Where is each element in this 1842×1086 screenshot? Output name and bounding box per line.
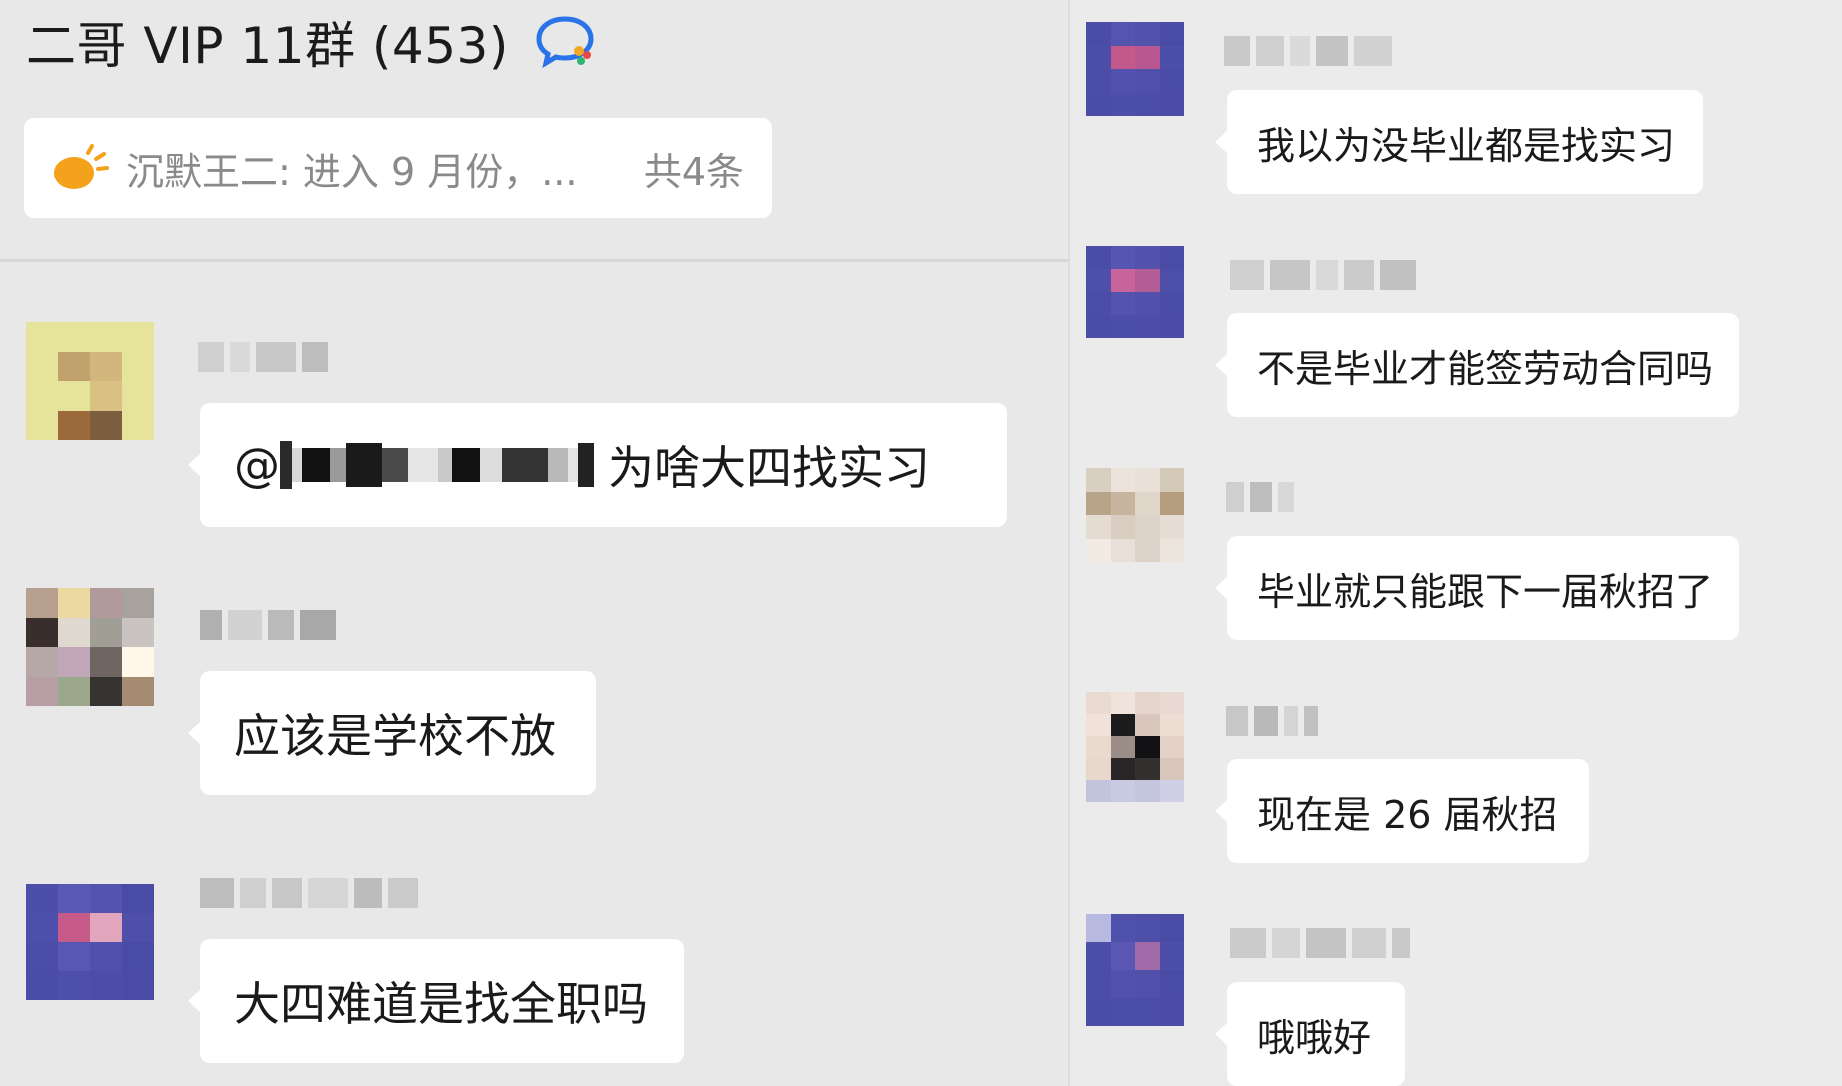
message-text: 毕业就只能跟下一届秋招了 [1257, 569, 1714, 614]
sender-name-pixelated [200, 610, 336, 640]
pinned-announcement-text: 沉默王二: 进入 9 月份，... [126, 149, 578, 194]
sender-name-pixelated [1226, 482, 1294, 512]
sender-name-pixelated [1230, 260, 1416, 290]
sender-name-pixelated [1230, 928, 1410, 958]
mention-prefix: @ [234, 438, 280, 492]
message-text: 现在是 26 届秋招 [1257, 792, 1558, 837]
message-text: 不是毕业才能签劳动合同吗 [1257, 346, 1714, 391]
message-bubble[interactable]: 哦哦好 [1215, 982, 1405, 1086]
chat-title[interactable]: 二哥 VIP 11群 (453) [26, 6, 509, 78]
message-bubble[interactable]: 现在是 26 届秋招 [1215, 759, 1589, 863]
message-bubble[interactable]: @ 为啥大四找实习 [188, 403, 1007, 527]
message-bubble[interactable]: 毕业就只能跟下一届秋招了 [1215, 536, 1739, 640]
message-text: 为啥大四找实习 [608, 441, 930, 495]
avatar[interactable] [1086, 246, 1184, 338]
message-text: 我以为没毕业都是找实习 [1257, 123, 1676, 168]
avatar[interactable] [1086, 468, 1184, 562]
sender-name-pixelated [200, 878, 418, 908]
avatar[interactable] [26, 588, 154, 706]
avatar[interactable] [26, 884, 154, 1000]
sun-icon [52, 143, 110, 193]
sender-name-pixelated [1224, 36, 1392, 66]
message-text: 应该是学校不放 [234, 709, 556, 763]
avatar[interactable] [1086, 22, 1184, 116]
sender-name-pixelated [1226, 706, 1318, 736]
avatar[interactable] [1086, 692, 1184, 802]
message-bubble[interactable]: 大四难道是找全职吗 [188, 939, 684, 1063]
avatar[interactable] [26, 322, 154, 440]
chat-window-right: 我以为没毕业都是找实习 不是毕业才能签劳动合同吗 毕业就只能跟下一届秋招了 现在… [1070, 0, 1842, 1086]
chat-window-left: 二哥 VIP 11群 (453) 沉默王二: 进入 9 月份，... 共4条 @… [0, 0, 1068, 1086]
sender-name-pixelated [198, 342, 328, 372]
chat-bubbles-icon[interactable] [535, 13, 597, 71]
message-text: 大四难道是找全职吗 [234, 977, 648, 1031]
message-bubble[interactable]: 应该是学校不放 [188, 671, 596, 795]
header-divider [0, 259, 1068, 262]
pinned-announcement-count[interactable]: 共4条 [644, 141, 744, 196]
message-bubble[interactable]: 不是毕业才能签劳动合同吗 [1215, 313, 1739, 417]
avatar[interactable] [1086, 914, 1184, 1026]
pinned-announcement[interactable]: 沉默王二: 进入 9 月份，... 共4条 [24, 118, 772, 218]
mention-pixelated[interactable]: @ [234, 438, 594, 492]
chat-header: 二哥 VIP 11群 (453) [26, 10, 597, 75]
message-bubble[interactable]: 我以为没毕业都是找实习 [1215, 90, 1703, 194]
message-text: 哦哦好 [1257, 1015, 1372, 1060]
